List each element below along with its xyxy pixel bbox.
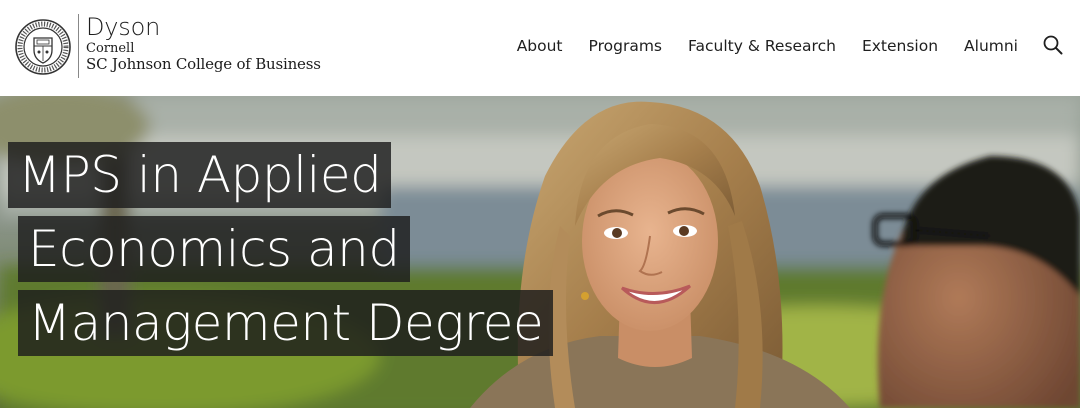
- main-nav: About Programs Faculty & Research Extens…: [517, 36, 1018, 56]
- cornell-seal-logo[interactable]: [14, 18, 72, 76]
- headline-line-3: Management Degree: [18, 290, 554, 356]
- headline-line-2: Economics and: [18, 216, 410, 282]
- site-header: Dyson Cornell SC Johnson College of Busi…: [0, 0, 1080, 96]
- nav-item-faculty-research[interactable]: Faculty & Research: [688, 36, 836, 56]
- nav-item-alumni[interactable]: Alumni: [964, 36, 1018, 56]
- brand-wordmark[interactable]: Dyson Cornell SC Johnson College of Busi…: [86, 14, 321, 73]
- search-icon[interactable]: [1042, 34, 1064, 56]
- nav-item-extension[interactable]: Extension: [862, 36, 938, 56]
- headline-line-1: MPS in Applied: [8, 142, 392, 208]
- hero-banner: MPS in Applied Economics and Management …: [0, 96, 1080, 408]
- nav-item-programs[interactable]: Programs: [589, 36, 662, 56]
- brand-university: Cornell: [86, 41, 135, 56]
- brand-college: SC Johnson College of Business: [86, 55, 321, 73]
- brand-divider: [78, 14, 79, 78]
- nav-item-about[interactable]: About: [517, 36, 563, 56]
- brand-name: Dyson: [86, 13, 161, 41]
